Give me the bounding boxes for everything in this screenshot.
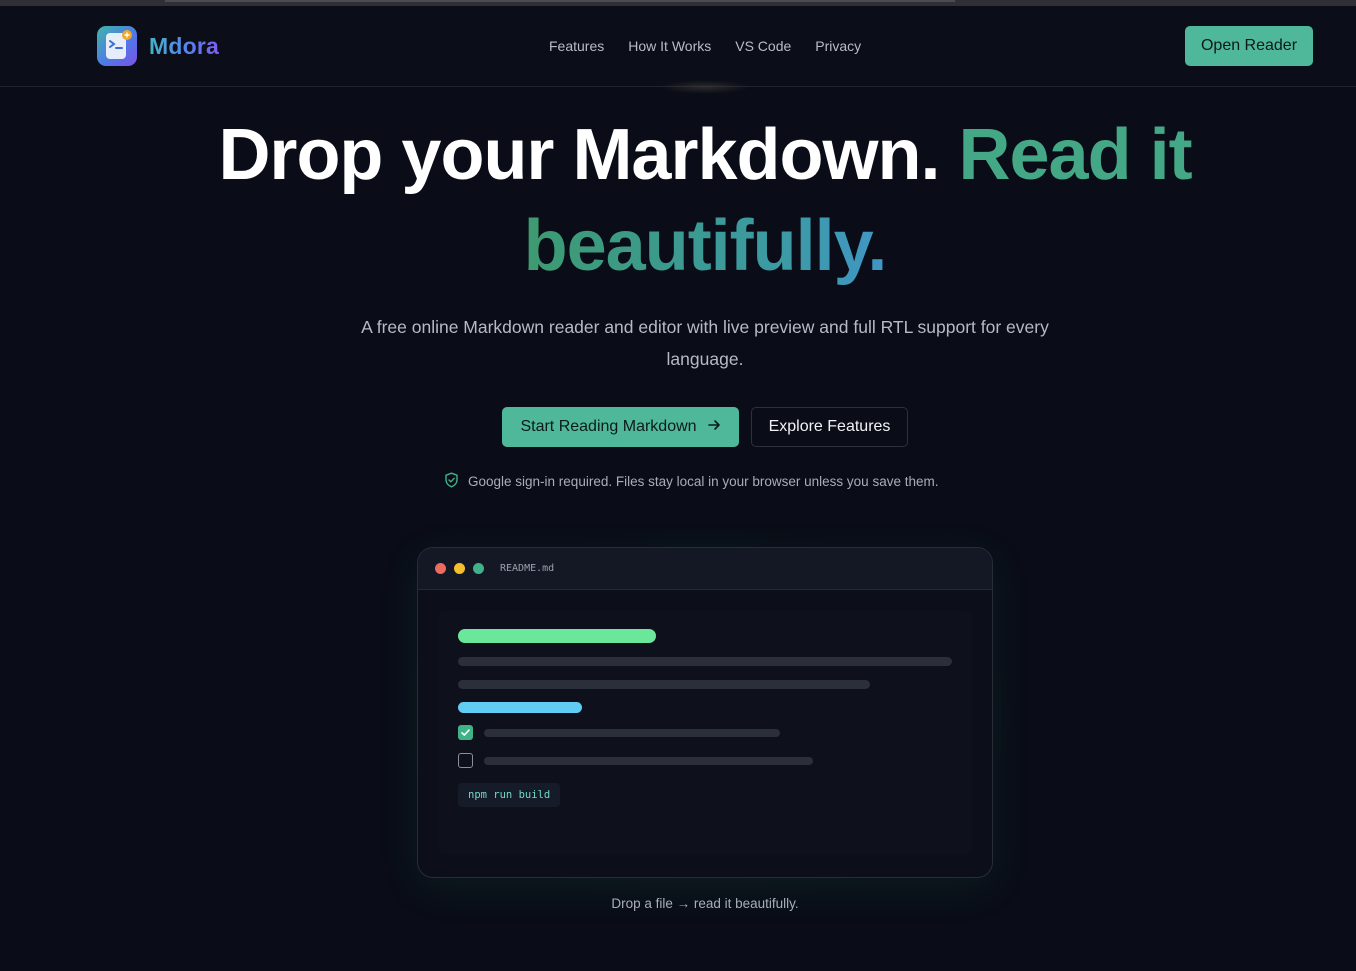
cta-row: Start Reading Markdown Explore Features [502, 407, 908, 447]
task-text-placeholder [484, 728, 780, 737]
brand-name: Mdora [149, 32, 219, 59]
hero-title-part3: beautifully. [523, 206, 888, 286]
nav-link-features[interactable]: Features [549, 37, 604, 55]
start-reading-label: Start Reading Markdown [520, 418, 697, 435]
window-filename: README.md [500, 563, 555, 574]
close-dot-icon [435, 563, 446, 574]
checkbox-empty-icon [458, 753, 473, 768]
text-line-placeholder [458, 657, 952, 666]
minimize-dot-icon [454, 563, 465, 574]
open-reader-button[interactable]: Open Reader [1185, 26, 1313, 66]
code-snippet: npm run build [458, 783, 561, 807]
brand[interactable]: Mdora [97, 26, 219, 66]
maximize-dot-icon [473, 563, 484, 574]
task-item-unchecked [458, 753, 813, 768]
checkbox-checked-icon [458, 725, 473, 740]
text-line-placeholder [458, 680, 870, 689]
link-placeholder [458, 702, 582, 713]
task-item-checked [458, 725, 780, 740]
heading-placeholder [458, 629, 656, 643]
explore-features-button[interactable]: Explore Features [751, 407, 908, 447]
task-text-placeholder [484, 756, 813, 765]
privacy-notice: Google sign-in required. Files stay loca… [444, 472, 938, 491]
arrow-right-icon [707, 418, 721, 437]
hero-title: Drop your Markdown. Read it beautifully. [0, 110, 1356, 292]
site-header: Mdora Features How It Works VS Code Priv… [0, 6, 1356, 87]
main-nav: Features How It Works VS Code Privacy [549, 37, 861, 55]
logo-icon [97, 26, 137, 66]
hero-subtitle: A free online Markdown reader and editor… [361, 317, 1049, 369]
privacy-notice-text: Google sign-in required. Files stay loca… [468, 474, 939, 489]
markdown-preview-window: README.md npm run build [417, 547, 993, 878]
nav-link-how-it-works[interactable]: How It Works [628, 37, 711, 55]
nav-link-vs-code[interactable]: VS Code [735, 37, 791, 55]
header-glow [660, 80, 750, 94]
shield-check-icon [444, 472, 459, 491]
hero-title-part2: Read it [958, 115, 1193, 195]
preview-caption: Drop a file → read it beautifully. [611, 896, 799, 911]
window-titlebar: README.md [418, 548, 992, 590]
nav-link-privacy[interactable]: Privacy [815, 37, 861, 55]
hero-title-part1: Drop your Markdown. [218, 115, 940, 195]
rendered-document: npm run build [438, 611, 972, 855]
start-reading-button[interactable]: Start Reading Markdown [502, 407, 739, 447]
